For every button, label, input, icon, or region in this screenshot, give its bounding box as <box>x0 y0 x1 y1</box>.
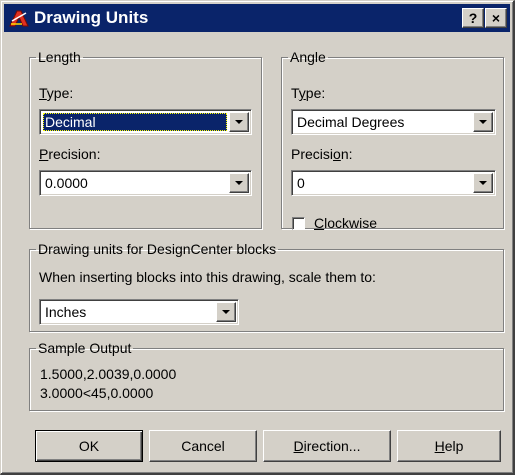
help-button[interactable]: Help <box>397 430 501 462</box>
angle-precision-label: Precision: <box>291 146 353 162</box>
designcenter-group: Drawing units for DesignCenter blocks Wh… <box>29 241 504 332</box>
length-group: Length Type: Decimal Precision: 0.0000 <box>29 49 262 229</box>
sample-output-group-label: Sample Output <box>38 340 132 356</box>
clockwise-label[interactable]: Clockwise <box>314 215 377 231</box>
length-precision-label: Precision: <box>39 146 101 162</box>
chevron-down-icon <box>479 120 487 124</box>
title-bar[interactable]: Drawing Units ? × <box>4 4 510 32</box>
length-type-label: Type: <box>39 85 74 101</box>
window-title: Drawing Units <box>34 8 149 27</box>
angle-group-label: Angle <box>290 49 326 65</box>
angle-type-select[interactable]: Decimal Degrees <box>291 109 496 135</box>
angle-precision-select[interactable]: 0 <box>291 170 496 196</box>
length-precision-dropdown-button[interactable] <box>229 173 249 193</box>
direction-button[interactable]: Direction... <box>263 430 391 462</box>
angle-type-dropdown-button[interactable] <box>473 112 493 132</box>
autocad-app-icon <box>8 7 30 29</box>
drawing-units-dialog: Drawing Units ? × Length Type: Decimal P… <box>0 0 515 475</box>
insert-units-value: Inches <box>45 304 87 320</box>
sample-output-line: 1.5000,2.0039,0.0000 <box>40 366 177 382</box>
angle-precision-value: 0 <box>297 175 305 191</box>
close-button[interactable]: × <box>485 8 507 28</box>
sample-output-group: Sample Output 1.5000,2.0039,0.0000 3.000… <box>29 340 504 411</box>
cancel-button[interactable]: Cancel <box>149 430 257 462</box>
angle-type-label: Type: <box>291 85 326 101</box>
help-title-button[interactable]: ? <box>462 8 484 28</box>
insert-units-select[interactable]: Inches <box>39 299 239 325</box>
length-group-label: Length <box>38 49 81 65</box>
angle-group: Angle Type: Decimal Degrees Precision: 0… <box>281 49 504 231</box>
clockwise-checkbox[interactable] <box>292 217 305 230</box>
chevron-down-icon <box>222 310 230 314</box>
chevron-down-icon <box>235 181 243 185</box>
length-type-select[interactable]: Decimal <box>39 109 252 135</box>
designcenter-group-label: Drawing units for DesignCenter blocks <box>38 241 277 257</box>
chevron-down-icon <box>479 181 487 185</box>
angle-type-value: Decimal Degrees <box>297 114 405 130</box>
length-type-value: Decimal <box>43 113 227 131</box>
length-type-dropdown-button[interactable] <box>229 112 249 132</box>
length-precision-select[interactable]: 0.0000 <box>39 170 252 196</box>
insert-units-dropdown-button[interactable] <box>216 302 236 322</box>
question-icon: ? <box>468 10 478 26</box>
designcenter-description: When inserting blocks into this drawing,… <box>39 269 376 285</box>
length-precision-value: 0.0000 <box>45 175 88 191</box>
chevron-down-icon <box>235 120 243 124</box>
close-icon: × <box>491 10 501 26</box>
sample-output-line: 3.0000<45,0.0000 <box>40 385 154 401</box>
ok-button[interactable]: OK <box>35 430 143 462</box>
angle-precision-dropdown-button[interactable] <box>473 173 493 193</box>
